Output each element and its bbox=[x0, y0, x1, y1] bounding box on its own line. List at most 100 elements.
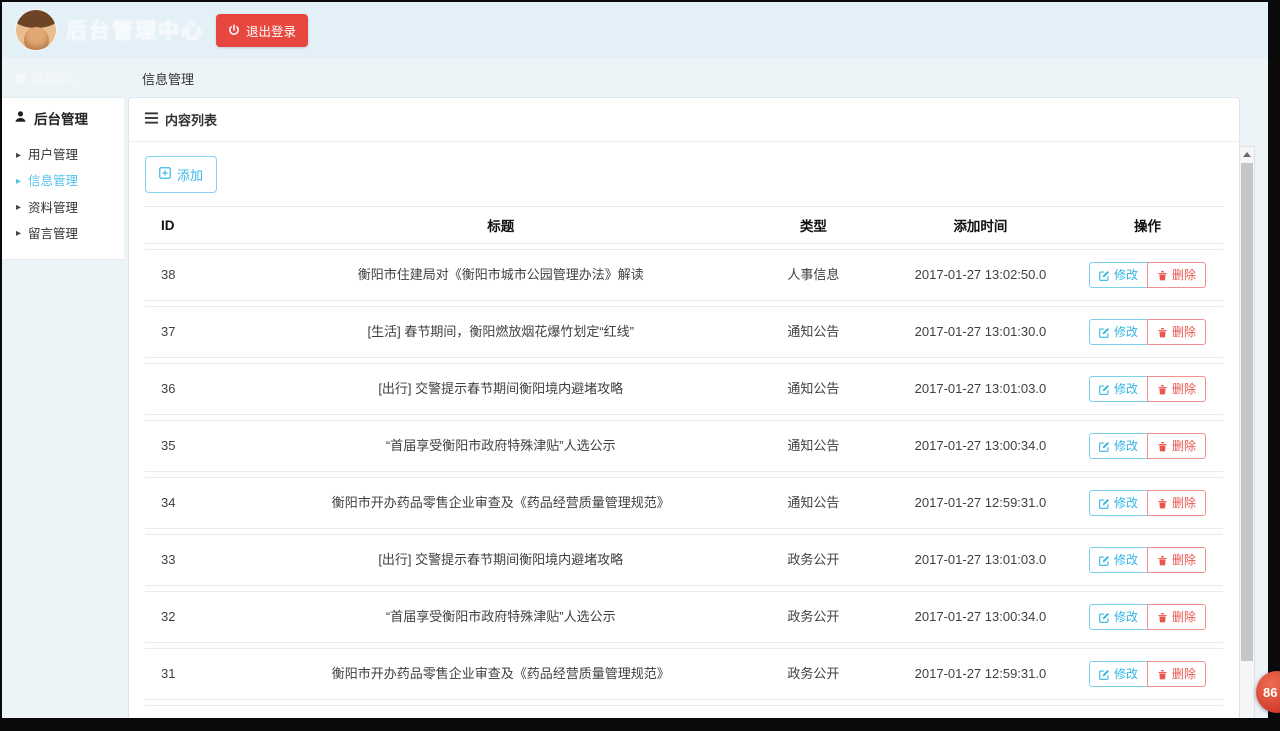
row-id-cell: 36 bbox=[145, 363, 264, 415]
delete-button[interactable]: 删除 bbox=[1147, 661, 1206, 687]
scrollbar-up-arrow[interactable] bbox=[1240, 147, 1254, 161]
table-row: 35 “首届享受衡阳市政府特殊津贴”人选公示 通知公告 2017-01-27 1… bbox=[145, 420, 1223, 472]
row-type-cell: 政务公开 bbox=[738, 648, 889, 700]
caret-right-icon: ▸ bbox=[16, 227, 21, 240]
sidebar-top-icon bbox=[16, 74, 25, 83]
row-ops-cell: 修改 删除 bbox=[1072, 363, 1223, 415]
row-time-cell: 2017-01-27 13:00:34.0 bbox=[889, 420, 1072, 472]
avatar[interactable] bbox=[16, 10, 56, 50]
row-id-cell: 37 bbox=[145, 306, 264, 358]
delete-button[interactable]: 删除 bbox=[1147, 376, 1206, 402]
top-navbar: 后台管理中心 退出登录 bbox=[2, 2, 1268, 58]
row-type-cell: 政务公开 bbox=[738, 534, 889, 586]
content-panel: 内容列表 添加 bbox=[128, 97, 1240, 718]
delete-button[interactable]: 删除 bbox=[1147, 604, 1206, 630]
sidebar-item-label: 资料管理 bbox=[28, 200, 78, 216]
delete-button[interactable]: 删除 bbox=[1147, 319, 1206, 345]
column-header-id: ID bbox=[145, 206, 264, 244]
trash-icon bbox=[1157, 669, 1168, 680]
pencil-square-icon bbox=[1099, 669, 1110, 680]
edit-button[interactable]: 修改 bbox=[1089, 490, 1148, 516]
column-header-type: 类型 bbox=[738, 206, 889, 244]
row-actions: 修改 删除 bbox=[1089, 376, 1206, 402]
edit-button[interactable]: 修改 bbox=[1089, 547, 1148, 573]
row-time-cell: 2017-01-27 12:59:31.0 bbox=[889, 477, 1072, 529]
edit-button[interactable]: 修改 bbox=[1089, 376, 1148, 402]
edit-button-label: 修改 bbox=[1114, 383, 1138, 395]
trash-icon bbox=[1157, 441, 1168, 452]
row-title-cell: 衡阳市住建局对《衡阳市城市公园管理办法》解读 bbox=[264, 249, 738, 301]
sidebar-menu-card: 后台管理 ▸ 用户管理 ▸ 信息管理 ▸ 资料管理 ▸ 留言管理 bbox=[2, 97, 124, 260]
content-table: ID 标题 类型 添加时间 操作 38 衡阳市住建局对《衡阳市城市公园管理办法》… bbox=[145, 201, 1223, 718]
row-time-cell: 2017-01-27 12:58:56.0 bbox=[889, 705, 1072, 718]
sidebar-item-0[interactable]: ▸ 用户管理 bbox=[2, 142, 124, 168]
sidebar-top-item[interactable]: 管理中心 bbox=[2, 58, 124, 97]
sidebar-item-2[interactable]: ▸ 资料管理 bbox=[2, 195, 124, 221]
row-actions: 修改 删除 bbox=[1089, 661, 1206, 687]
row-title-cell: “首届享受衡阳市政府特殊津贴”人选公示 bbox=[264, 591, 738, 643]
row-ops-cell: 修改 删除 bbox=[1072, 477, 1223, 529]
row-ops-cell: 修改 删除 bbox=[1072, 705, 1223, 718]
delete-button[interactable]: 删除 bbox=[1147, 433, 1206, 459]
table-row: 30 南岳区2017年春节黄金周域景区交通管制通告 政务公开 2017-01-2… bbox=[145, 705, 1223, 718]
sidebar-item-label: 留言管理 bbox=[28, 226, 78, 242]
row-time-cell: 2017-01-27 13:02:50.0 bbox=[889, 249, 1072, 301]
edit-button[interactable]: 修改 bbox=[1089, 319, 1148, 345]
pencil-square-icon bbox=[1099, 498, 1110, 509]
badge-value: 86 bbox=[1263, 685, 1277, 700]
delete-button-label: 删除 bbox=[1172, 554, 1196, 566]
row-ops-cell: 修改 删除 bbox=[1072, 648, 1223, 700]
sidebar-top-label: 管理中心 bbox=[31, 69, 83, 88]
row-id-cell: 33 bbox=[145, 534, 264, 586]
edit-button[interactable]: 修改 bbox=[1089, 604, 1148, 630]
delete-button[interactable]: 删除 bbox=[1147, 547, 1206, 573]
delete-button-label: 删除 bbox=[1172, 668, 1196, 680]
row-actions: 修改 删除 bbox=[1089, 433, 1206, 459]
caret-right-icon: ▸ bbox=[16, 175, 21, 188]
row-title-cell: [出行] 交警提示春节期间衡阳境内避堵攻略 bbox=[264, 363, 738, 415]
logout-label: 退出登录 bbox=[246, 21, 296, 40]
edit-button[interactable]: 修改 bbox=[1089, 661, 1148, 687]
sidebar: 管理中心 后台管理 ▸ 用户管理 ▸ 信息管理 ▸ bbox=[2, 58, 124, 718]
scrollbar-thumb[interactable] bbox=[1241, 163, 1253, 661]
add-button[interactable]: 添加 bbox=[145, 156, 217, 193]
sidebar-item-1[interactable]: ▸ 信息管理 bbox=[2, 168, 124, 194]
row-title-cell: 衡阳市开办药品零售企业审查及《药品经营质量管理规范》 bbox=[264, 477, 738, 529]
row-actions: 修改 删除 bbox=[1089, 490, 1206, 516]
table-row: 33 [出行] 交警提示春节期间衡阳境内避堵攻略 政务公开 2017-01-27… bbox=[145, 534, 1223, 586]
row-actions: 修改 删除 bbox=[1089, 319, 1206, 345]
sidebar-menu: ▸ 用户管理 ▸ 信息管理 ▸ 资料管理 ▸ 留言管理 bbox=[2, 142, 124, 247]
row-type-cell: 通知公告 bbox=[738, 306, 889, 358]
row-id-cell: 34 bbox=[145, 477, 264, 529]
edit-button-label: 修改 bbox=[1114, 269, 1138, 281]
caret-right-icon: ▸ bbox=[16, 201, 21, 214]
delete-button[interactable]: 删除 bbox=[1147, 262, 1206, 288]
screenshot-frame: 后台管理中心 退出登录 管理中心 bbox=[0, 0, 1280, 731]
pencil-square-icon bbox=[1099, 384, 1110, 395]
edit-button-label: 修改 bbox=[1114, 668, 1138, 680]
table-row: 38 衡阳市住建局对《衡阳市城市公园管理办法》解读 人事信息 2017-01-2… bbox=[145, 249, 1223, 301]
pencil-square-icon bbox=[1099, 327, 1110, 338]
add-button-label: 添加 bbox=[177, 165, 203, 184]
column-header-time: 添加时间 bbox=[889, 206, 1072, 244]
trash-icon bbox=[1157, 327, 1168, 338]
edit-button-label: 修改 bbox=[1114, 611, 1138, 623]
row-ops-cell: 修改 删除 bbox=[1072, 534, 1223, 586]
row-time-cell: 2017-01-27 13:00:34.0 bbox=[889, 591, 1072, 643]
row-title-cell: “首届享受衡阳市政府特殊津贴”人选公示 bbox=[264, 420, 738, 472]
logout-button[interactable]: 退出登录 bbox=[216, 14, 308, 47]
column-header-title: 标题 bbox=[264, 206, 738, 244]
row-id-cell: 31 bbox=[145, 648, 264, 700]
scrollbar[interactable] bbox=[1239, 146, 1255, 718]
edit-button[interactable]: 修改 bbox=[1089, 262, 1148, 288]
row-title-cell: 南岳区2017年春节黄金周域景区交通管制通告 bbox=[264, 705, 738, 718]
sidebar-item-3[interactable]: ▸ 留言管理 bbox=[2, 221, 124, 247]
sidebar-section-backend[interactable]: 后台管理 bbox=[2, 98, 124, 138]
edit-button[interactable]: 修改 bbox=[1089, 433, 1148, 459]
delete-button[interactable]: 删除 bbox=[1147, 490, 1206, 516]
row-time-cell: 2017-01-27 13:01:03.0 bbox=[889, 363, 1072, 415]
row-time-cell: 2017-01-27 13:01:30.0 bbox=[889, 306, 1072, 358]
delete-button-label: 删除 bbox=[1172, 440, 1196, 452]
column-header-ops: 操作 bbox=[1072, 206, 1223, 244]
row-ops-cell: 修改 删除 bbox=[1072, 249, 1223, 301]
